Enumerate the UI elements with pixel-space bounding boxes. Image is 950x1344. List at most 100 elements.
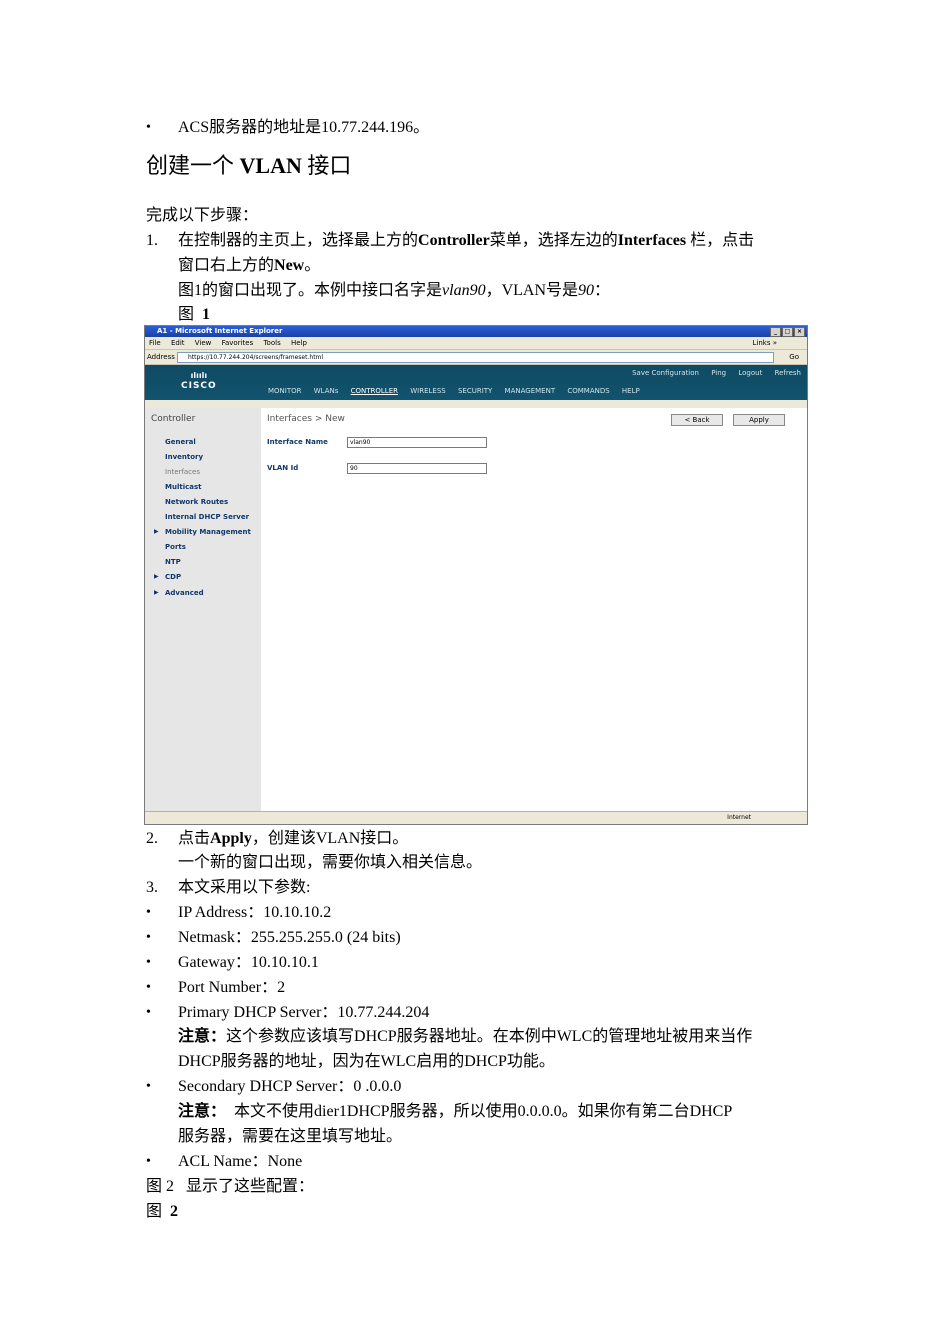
param-text: ACL Name：None bbox=[178, 1153, 303, 1170]
step1-c: 菜单，选择左边的 bbox=[489, 232, 618, 249]
step1-b: Controller bbox=[418, 232, 490, 249]
nav-commands[interactable]: COMMANDS bbox=[567, 387, 609, 395]
menu-help[interactable]: Help bbox=[291, 339, 307, 347]
step2-b: Apply bbox=[210, 830, 252, 847]
step3-number: 3. bbox=[146, 879, 158, 896]
note2-line1-text: 本文不使用dier1DHCP服务器，所以使用0.0.0.0。如果你有第二台DHC… bbox=[226, 1103, 733, 1120]
go-button[interactable]: Go bbox=[789, 350, 799, 364]
nav-help[interactable]: HELP bbox=[622, 387, 640, 395]
param-text: Netmask：255.255.255.0 (24 bits) bbox=[178, 929, 401, 946]
menu-favorites[interactable]: Favorites bbox=[222, 339, 254, 347]
nav-wlans[interactable]: WLANs bbox=[314, 387, 339, 395]
bullet: • bbox=[146, 955, 151, 970]
menu-file[interactable]: File bbox=[149, 339, 161, 347]
vlan-id-label: VLAN Id bbox=[267, 464, 299, 472]
step1-line3-i1: vlan90 bbox=[442, 282, 486, 299]
step1-line2-post: 。 bbox=[304, 257, 321, 274]
window-title: A1 - Microsoft Internet Explorer bbox=[157, 327, 283, 335]
ping-link[interactable]: Ping bbox=[711, 369, 726, 377]
top-links: Save Configuration Ping Logout Refresh bbox=[622, 369, 801, 377]
content-pane: Interfaces > New < Back Apply Interface … bbox=[261, 408, 807, 812]
sidebar-item-internal-dhcp-server[interactable]: Internal DHCP Server bbox=[165, 513, 249, 521]
step1-text: 在控制器的主页上，选择最上方的Controller菜单，选择左边的Interfa… bbox=[178, 231, 754, 251]
back-button[interactable]: < Back bbox=[671, 414, 723, 426]
window-controls: _ □ × bbox=[770, 327, 805, 337]
acs-text: ACS服务器的地址是10.77.244.196。 bbox=[178, 119, 430, 136]
step2-c: ，创建该VLAN接口。 bbox=[251, 830, 409, 847]
cisco-header: ılıılı CISCO Save Configuration Ping Log… bbox=[145, 365, 807, 400]
param-text: Primary DHCP Server：10.77.244.204 bbox=[178, 1004, 430, 1021]
window-titlebar: A1 - Microsoft Internet Explorer _ □ × bbox=[145, 326, 807, 337]
interface-name-label: Interface Name bbox=[267, 438, 328, 446]
param-text: IP Address：10.10.10.2 bbox=[178, 904, 332, 921]
nav-monitor[interactable]: MONITOR bbox=[268, 387, 302, 395]
bullet: • bbox=[146, 930, 151, 945]
bullet: • bbox=[146, 980, 151, 995]
vlan-id-input[interactable]: 90 bbox=[347, 463, 487, 474]
apply-button[interactable]: Apply bbox=[733, 414, 785, 426]
figure-1-screenshot: A1 - Microsoft Internet Explorer _ □ × F… bbox=[144, 325, 808, 825]
controller-sidebar: Controller General Inventory Interfaces … bbox=[145, 408, 261, 812]
interface-name-input[interactable]: vlan90 bbox=[347, 437, 487, 448]
breadcrumb: Interfaces > New bbox=[267, 414, 345, 424]
expand-arrow-icon[interactable]: ▶ bbox=[154, 573, 159, 580]
param-text: Gateway：10.10.10.1 bbox=[178, 954, 319, 971]
fig1-label-text: 图 1 bbox=[178, 305, 210, 325]
step1-line2-bold: New bbox=[274, 257, 305, 274]
menu-edit[interactable]: Edit bbox=[171, 339, 185, 347]
step1-line3-b: ，VLAN号是 bbox=[485, 282, 579, 299]
menu-tools[interactable]: Tools bbox=[263, 339, 280, 347]
sidebar-item-interfaces[interactable]: Interfaces bbox=[165, 468, 200, 476]
bullet: • bbox=[146, 1154, 151, 1169]
fig2-caption-text: 图 2 显示了这些配置： bbox=[146, 1178, 315, 1195]
nav-wireless[interactable]: WIRELESS bbox=[410, 387, 445, 395]
expand-arrow-icon[interactable]: ▶ bbox=[154, 589, 159, 596]
step1-line3-a: 图1的窗口出现了。本例中接口名字是 bbox=[178, 282, 443, 299]
address-label: Address bbox=[147, 353, 175, 361]
fig2-label-text: 图 2 bbox=[146, 1202, 178, 1222]
bullet: • bbox=[146, 1079, 151, 1094]
sidebar-item-cdp[interactable]: CDP bbox=[165, 573, 181, 581]
sidebar-item-multicast[interactable]: Multicast bbox=[165, 483, 201, 491]
step1-number: 1. bbox=[146, 232, 158, 249]
minimize-button[interactable]: _ bbox=[770, 327, 781, 337]
refresh-link[interactable]: Refresh bbox=[775, 369, 801, 377]
step1-a: 在控制器的主页上，选择最上方的 bbox=[178, 232, 419, 249]
close-button[interactable]: × bbox=[794, 327, 805, 337]
param-text: Secondary DHCP Server：0 .0.0.0 bbox=[178, 1078, 402, 1095]
note2-label: 注意： bbox=[178, 1103, 227, 1120]
expand-arrow-icon[interactable]: ▶ bbox=[154, 528, 159, 535]
maximize-button[interactable]: □ bbox=[782, 327, 793, 337]
menu-view[interactable]: View bbox=[195, 339, 212, 347]
save-configuration-link[interactable]: Save Configuration bbox=[632, 369, 699, 377]
note1-line2-text: DHCP服务器的地址，因为在WLC启用的DHCP功能。 bbox=[178, 1053, 555, 1070]
sidebar-item-advanced[interactable]: Advanced bbox=[165, 589, 204, 597]
cisco-logo-text: CISCO bbox=[181, 381, 217, 391]
note1-line1-text: 这个参数应该填写DHCP服务器地址。在本例中WLC的管理地址被用来当作 bbox=[226, 1028, 753, 1045]
security-zone: Internet bbox=[727, 814, 751, 821]
step2-a: 点击 bbox=[178, 830, 211, 847]
url-input[interactable]: https://10.77.244.204/screens/frameset.h… bbox=[177, 352, 774, 363]
sidebar-item-inventory[interactable]: Inventory bbox=[165, 453, 203, 461]
step1-d: Interfaces bbox=[617, 232, 687, 249]
address-bar: Address https://10.77.244.204/screens/fr… bbox=[145, 350, 807, 365]
cisco-logo-bars-icon: ılıılı bbox=[190, 371, 208, 380]
step2-text: 点击Apply，创建该VLAN接口。 bbox=[178, 829, 408, 849]
sidebar-item-mobility-management[interactable]: Mobility Management bbox=[165, 528, 251, 536]
heading-pre: 创建一个 bbox=[146, 153, 240, 178]
nav-security[interactable]: SECURITY bbox=[458, 387, 492, 395]
logout-link[interactable]: Logout bbox=[738, 369, 762, 377]
cisco-logo: ılıılı CISCO bbox=[181, 371, 217, 391]
sidebar-item-ports[interactable]: Ports bbox=[165, 543, 186, 551]
sidebar-item-ntp[interactable]: NTP bbox=[165, 558, 181, 566]
step1-line3-c: ： bbox=[594, 282, 611, 299]
step1-e: 栏，点击 bbox=[686, 232, 755, 249]
fig1-number: 1 bbox=[202, 306, 211, 323]
nav-management[interactable]: MANAGEMENT bbox=[505, 387, 556, 395]
links-toolbar[interactable]: Links » bbox=[753, 337, 778, 349]
main-nav: MONITOR WLANs CONTROLLER WIRELESS SECURI… bbox=[268, 387, 650, 395]
nav-controller[interactable]: CONTROLLER bbox=[351, 387, 398, 395]
heading-post: 接口 bbox=[301, 153, 352, 178]
sidebar-item-general[interactable]: General bbox=[165, 438, 196, 446]
sidebar-item-network-routes[interactable]: Network Routes bbox=[165, 498, 228, 506]
